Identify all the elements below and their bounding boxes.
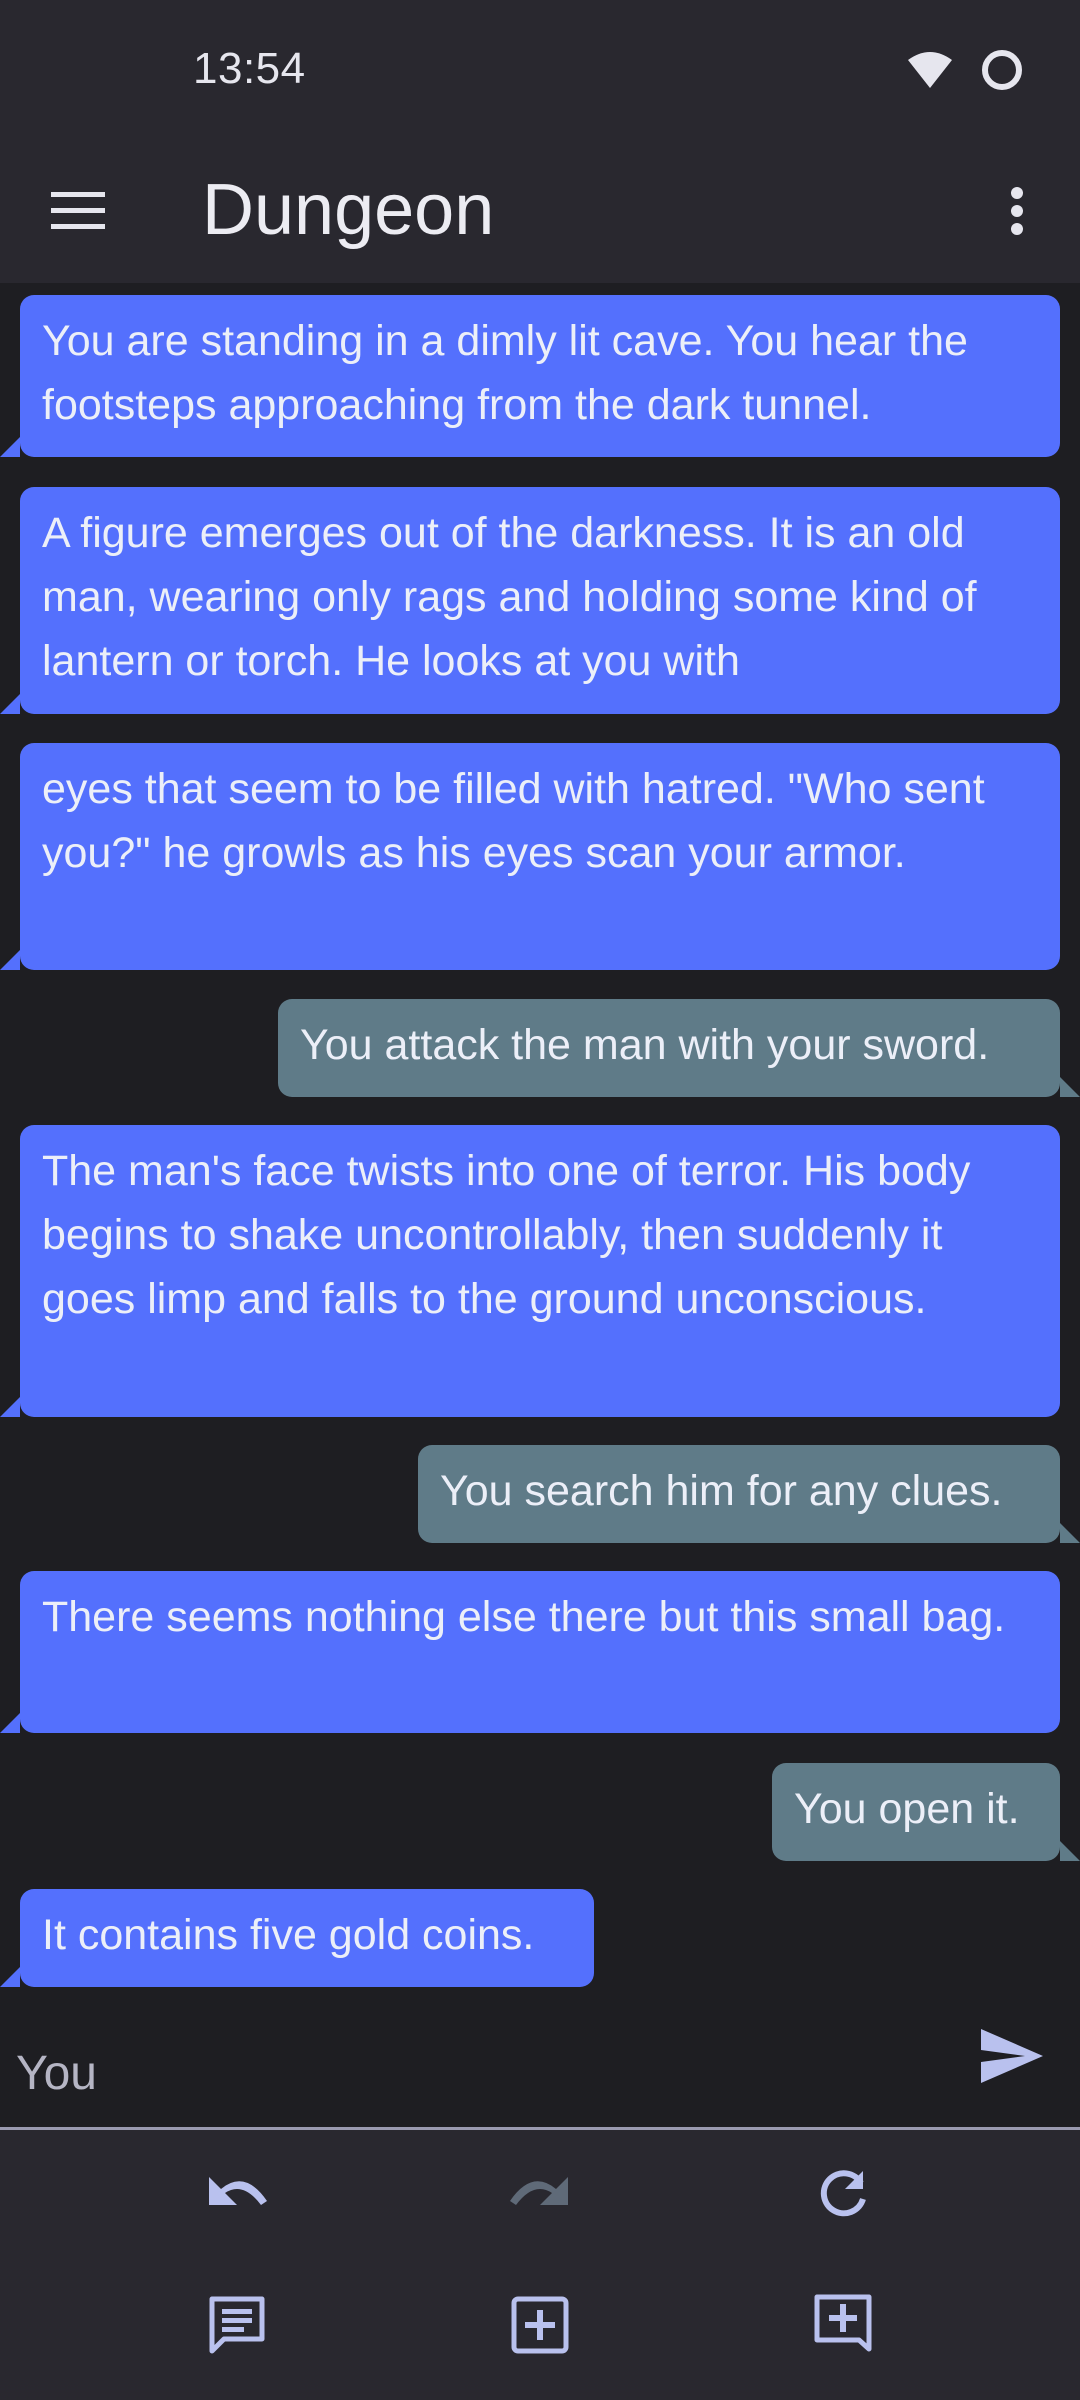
user-message-bubble[interactable]: You open it. xyxy=(772,1763,1080,1861)
user-message-bubble[interactable]: You attack the man with your sword. xyxy=(278,999,1080,1097)
redo-button[interactable] xyxy=(495,2152,585,2242)
chat-list-icon xyxy=(208,2295,266,2360)
app-screen: 13:54 Dungeon You are standing in a diml… xyxy=(0,0,1080,2400)
status-bar: 13:54 xyxy=(0,0,1080,145)
user-message-bubble[interactable]: You search him for any clues. xyxy=(418,1445,1080,1543)
refresh-icon xyxy=(817,2169,869,2226)
status-clock: 13:54 xyxy=(193,44,306,93)
ai-message-bubble[interactable]: A figure emerges out of the darkness. It… xyxy=(0,487,1060,714)
chat-list-button[interactable] xyxy=(192,2282,282,2372)
regenerate-button[interactable] xyxy=(798,2152,888,2242)
ai-message-bubble[interactable]: The man's face twists into one of terror… xyxy=(0,1125,1060,1417)
redo-icon xyxy=(510,2175,570,2220)
add-comment-icon xyxy=(814,2294,872,2361)
undo-button[interactable] xyxy=(192,2152,282,2242)
add-message-button[interactable] xyxy=(798,2282,888,2372)
menu-button[interactable] xyxy=(40,175,116,251)
wifi-icon xyxy=(906,50,954,95)
app-bar: Dungeon xyxy=(0,145,1080,283)
send-button[interactable] xyxy=(974,2023,1050,2093)
action-toolbar xyxy=(0,2130,1080,2400)
status-icons xyxy=(906,48,1024,97)
message-input-row xyxy=(0,1993,1080,2130)
ai-message-bubble[interactable]: There seems nothing else there but this … xyxy=(0,1571,1060,1733)
battery-ring-icon xyxy=(980,48,1024,97)
overflow-menu-button[interactable] xyxy=(982,175,1052,251)
chat-message-list[interactable]: You are standing in a dimly lit cave. Yo… xyxy=(0,283,1080,1993)
send-icon xyxy=(981,2028,1043,2088)
ai-message-bubble[interactable]: It contains five gold coins. xyxy=(0,1889,594,1987)
message-input[interactable] xyxy=(14,2017,938,2129)
menu-icon xyxy=(51,191,105,235)
add-box-button[interactable] xyxy=(495,2282,585,2372)
ai-message-bubble[interactable]: You are standing in a dimly lit cave. Yo… xyxy=(0,295,1060,457)
more-vert-icon xyxy=(1010,186,1024,240)
page-title: Dungeon xyxy=(202,170,495,250)
undo-icon xyxy=(207,2175,267,2220)
add-box-icon xyxy=(511,2296,569,2359)
ai-message-bubble[interactable]: eyes that seem to be filled with hatred.… xyxy=(0,743,1060,970)
